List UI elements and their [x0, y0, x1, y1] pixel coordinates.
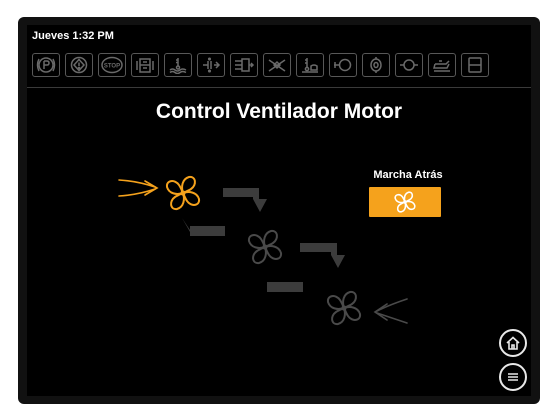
display-screen: Jueves 1:32 PM STOP Control Ventilador M… [27, 25, 531, 396]
menu-icon [508, 373, 518, 381]
flow-arrow-right-2 [300, 243, 345, 268]
home-button[interactable] [499, 329, 527, 357]
flow-arrow-left-2 [259, 274, 303, 292]
reverse-label: Marcha Atrás [373, 169, 443, 181]
airflow-arrow-in [118, 179, 159, 197]
flow-arrow-right-1 [223, 188, 267, 212]
reverse-fan-button[interactable] [369, 187, 441, 217]
airflow-arrow-out [373, 298, 408, 324]
fan-flow-diagram [118, 175, 408, 326]
fan-icon-active [165, 175, 201, 211]
fan-icon-middle [247, 229, 283, 265]
fan-icon [394, 191, 416, 213]
menu-button[interactable] [499, 363, 527, 391]
fan-icon-lower [326, 290, 362, 326]
home-icon [506, 336, 520, 350]
flow-arrow-left-1 [182, 218, 225, 236]
